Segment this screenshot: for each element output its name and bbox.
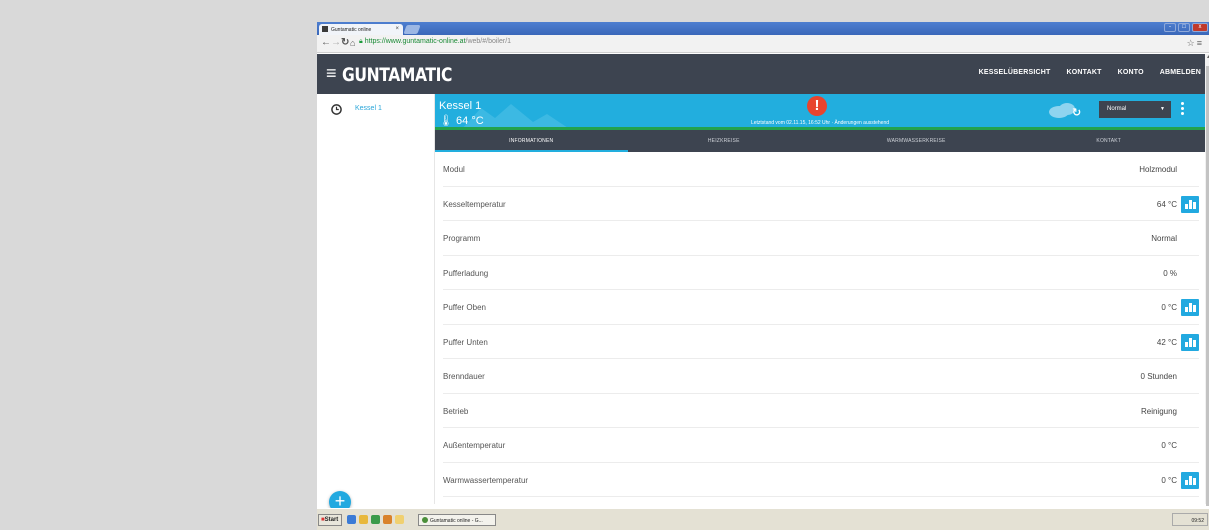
svg-text:↻: ↻	[1072, 106, 1081, 119]
notes-icon[interactable]	[395, 515, 404, 524]
browser-tab-title: Guntamatic online	[331, 27, 372, 33]
info-row-betrieb: Betrieb Reinigung	[443, 394, 1199, 428]
tab-warmwasserkreise[interactable]: WARMWASSERKREISE	[820, 130, 1013, 152]
chrome-icon[interactable]	[371, 515, 380, 524]
screen: Guntamatic online × - □ x ← → ↻ ⌂ 🔒︎ http…	[317, 22, 1209, 530]
bar-chart-icon[interactable]	[1181, 299, 1199, 316]
tab-close-icon[interactable]: ×	[395, 26, 399, 32]
close-window-button[interactable]: x	[1192, 23, 1208, 32]
chrome-menu-icon[interactable]: ≡	[1197, 38, 1204, 48]
boiler-title: Kessel 1	[439, 100, 482, 112]
tab-informationen[interactable]: INFORMATIONEN	[435, 130, 628, 152]
caret-down-icon: ▼	[1160, 106, 1165, 112]
hamburger-icon[interactable]: ≡	[326, 64, 337, 82]
quick-launch	[347, 515, 404, 524]
bookmark-star-icon[interactable]: ☆	[1187, 38, 1197, 48]
browser-toolbar-right: ☆≡	[1187, 38, 1204, 49]
address-bar: ← → ↻ ⌂ 🔒︎ https://www.guntamatic-online.…	[317, 35, 1209, 53]
url-field[interactable]: 🔒︎ https://www.guntamatic-online.at/web/#…	[359, 38, 511, 46]
bar-chart-icon[interactable]	[1181, 333, 1199, 351]
info-row-kesseltemperatur: Kesseltemperatur 64 °C	[443, 187, 1199, 221]
info-row-pufferladung: Pufferladung 0 %	[443, 256, 1199, 290]
folder-icon[interactable]	[359, 515, 368, 524]
sidebar: Kessel 1 +	[317, 94, 435, 513]
reload-icon[interactable]: ↻	[341, 38, 349, 48]
nav-abmelden[interactable]: ABMELDEN	[1160, 69, 1201, 76]
status-text: Letztstand vom 02.11.15, 16:52 Uhr · Änd…	[750, 120, 890, 126]
app-header: ≡ GUNTAMATIC KESSELÜBERSICHT KONTAKT KON…	[317, 54, 1205, 94]
favicon-icon	[322, 26, 328, 32]
bar-chart-icon[interactable]	[1181, 471, 1199, 489]
info-row-aussentemperatur: Außentemperatur 0 °C	[443, 428, 1199, 463]
minimize-button[interactable]: -	[1164, 23, 1176, 32]
mode-select[interactable]: Normal ▼	[1099, 101, 1171, 118]
nav-konto[interactable]: KONTO	[1118, 69, 1144, 76]
nav-kesseluebersicht[interactable]: KESSELÜBERSICHT	[979, 69, 1051, 76]
app-logo: GUNTAMATIC	[342, 64, 453, 86]
info-row-puffer-oben: Puffer Oben 0 °C	[443, 290, 1199, 325]
kebab-menu-icon[interactable]	[1181, 102, 1185, 117]
nav-kontakt[interactable]: KONTAKT	[1066, 69, 1101, 76]
start-button[interactable]: ■Start	[318, 514, 342, 526]
top-nav: KESSELÜBERSICHT KONTAKT KONTO ABMELDEN	[979, 69, 1205, 76]
ie-icon[interactable]	[347, 515, 356, 524]
taskbar-item-chrome[interactable]: Guntamatic online - G...	[418, 514, 496, 526]
info-row-brenndauer: Brenndauer 0 Stunden	[443, 359, 1199, 394]
back-arrow-icon[interactable]: ←	[321, 38, 331, 48]
info-row-modul: Modul Holzmodul	[443, 152, 1199, 187]
tray-clock: 09:52	[1191, 518, 1204, 524]
new-tab-button[interactable]	[403, 25, 421, 34]
page-scrollbar[interactable]: ▲	[1205, 54, 1209, 506]
chrome-icon	[422, 517, 428, 523]
bar-chart-icon[interactable]	[1181, 195, 1199, 213]
scroll-up-icon[interactable]: ▲	[1205, 54, 1209, 61]
info-row-programm: Programm Normal	[443, 221, 1199, 256]
boiler-header: Kessel 1 🌡︎ 64 °C ! Letztstand vom 02.11…	[435, 94, 1205, 130]
maximize-button[interactable]: □	[1178, 23, 1190, 32]
alert-icon[interactable]: !	[807, 96, 827, 116]
sidebar-item-label: Kessel 1	[355, 105, 382, 112]
info-row-puffer-unten: Puffer Unten 42 °C	[443, 325, 1199, 359]
system-tray: 09:52	[1172, 513, 1208, 526]
tab-heizkreise[interactable]: HEIZKREISE	[628, 130, 821, 152]
home-icon[interactable]: ⌂	[350, 38, 355, 48]
taskbar: ■Start Guntamatic online - G... 09:52	[317, 508, 1209, 530]
lock-icon: 🔒︎	[359, 38, 363, 45]
info-row-warmwassertemperatur: Warmwassertemperatur 0 °C	[443, 463, 1199, 497]
browser-tab[interactable]: Guntamatic online ×	[319, 24, 403, 35]
tab-kontakt[interactable]: KONTAKT	[1013, 130, 1206, 152]
boiler-tabs: INFORMATIONEN HEIZKREISE WARMWASSERKREIS…	[435, 130, 1205, 152]
clock-icon	[331, 104, 342, 115]
window-controls: - □ x	[1164, 23, 1208, 32]
cloud-refresh-icon[interactable]: ↻	[1047, 103, 1083, 119]
forward-arrow-icon[interactable]: →	[331, 38, 341, 48]
info-list: Modul Holzmodul Kesseltemperatur 64 °C P…	[435, 152, 1205, 504]
app-icon[interactable]	[383, 515, 392, 524]
browser-tabstrip: Guntamatic online × - □ x	[317, 22, 1209, 35]
